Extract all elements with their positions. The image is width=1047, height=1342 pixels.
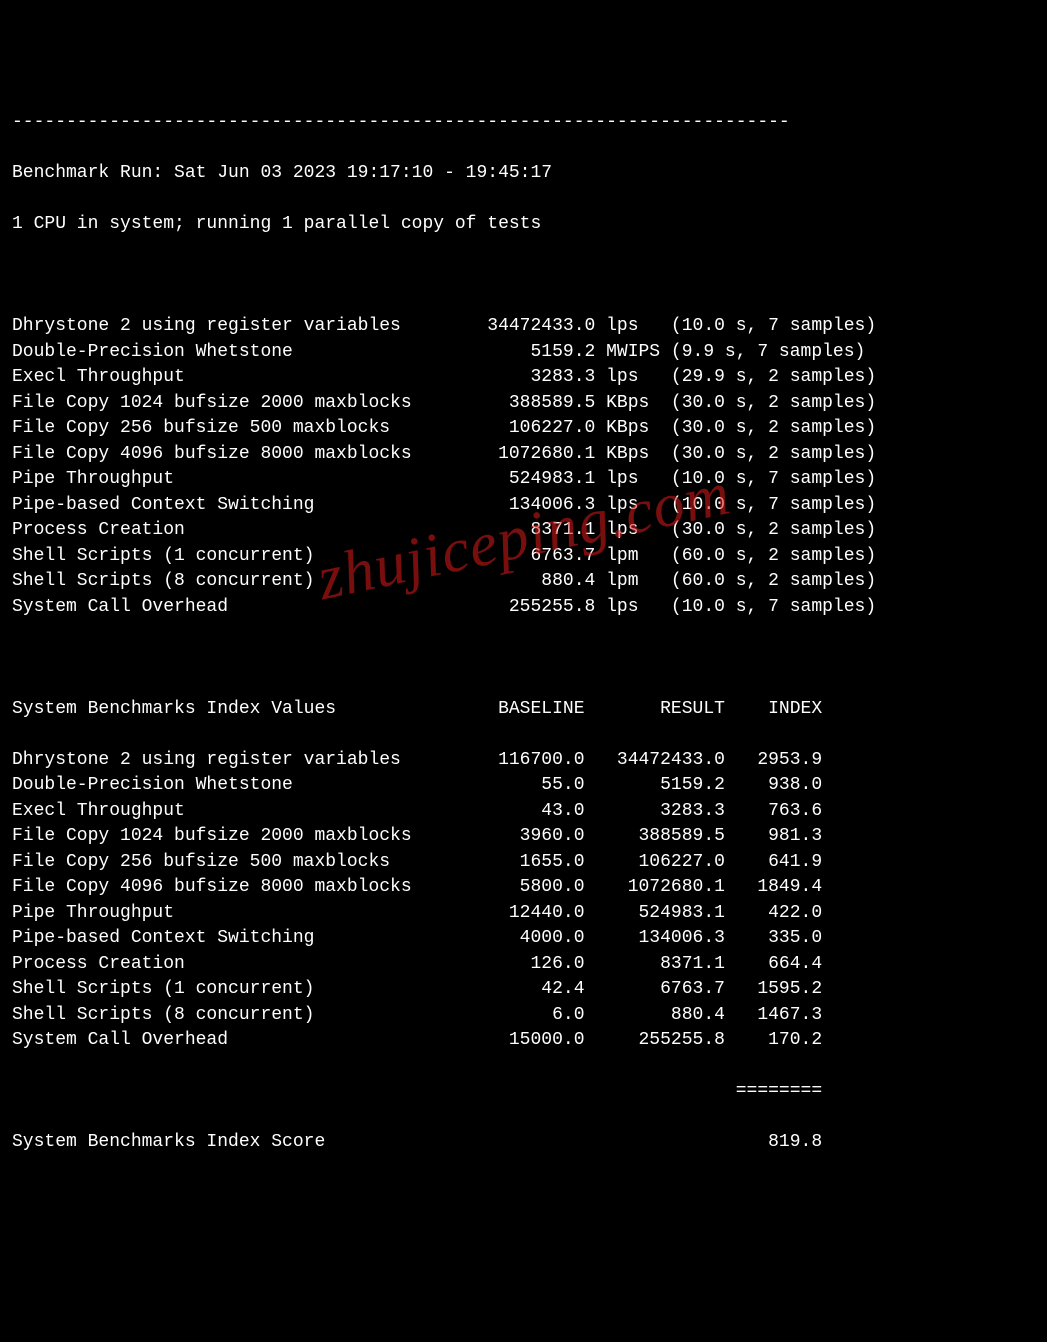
index-table: Dhrystone 2 using register variables 116… xyxy=(12,748,1035,1054)
test-row: Pipe Throughput 524983.1 lps (10.0 s, 7 … xyxy=(12,467,1035,493)
test-row: Shell Scripts (8 concurrent) 880.4 lpm (… xyxy=(12,569,1035,595)
test-row: File Copy 256 bufsize 500 maxblocks 1062… xyxy=(12,416,1035,442)
score-line: System Benchmarks Index Score 819.8 xyxy=(12,1130,1035,1156)
index-row: Execl Throughput 43.0 3283.3 763.6 xyxy=(12,799,1035,825)
index-header-row: System Benchmarks Index Values BASELINE … xyxy=(12,697,1035,723)
test-row: File Copy 1024 bufsize 2000 maxblocks 38… xyxy=(12,391,1035,417)
index-row: Shell Scripts (1 concurrent) 42.4 6763.7… xyxy=(12,977,1035,1003)
benchmark-run-line: Benchmark Run: Sat Jun 03 2023 19:17:10 … xyxy=(12,161,1035,187)
blank-line xyxy=(12,263,1035,289)
test-row: Shell Scripts (1 concurrent) 6763.7 lpm … xyxy=(12,544,1035,570)
index-row: Pipe-based Context Switching 4000.0 1340… xyxy=(12,926,1035,952)
score-separator: ======== xyxy=(12,1079,1035,1105)
test-row: Double-Precision Whetstone 5159.2 MWIPS … xyxy=(12,340,1035,366)
test-row: Dhrystone 2 using register variables 344… xyxy=(12,314,1035,340)
index-row: File Copy 4096 bufsize 8000 maxblocks 58… xyxy=(12,875,1035,901)
separator-line: ----------------------------------------… xyxy=(12,110,1035,136)
test-row: System Call Overhead 255255.8 lps (10.0 … xyxy=(12,595,1035,621)
test-row: Process Creation 8371.1 lps (30.0 s, 2 s… xyxy=(12,518,1035,544)
test-row: Execl Throughput 3283.3 lps (29.9 s, 2 s… xyxy=(12,365,1035,391)
index-row: Dhrystone 2 using register variables 116… xyxy=(12,748,1035,774)
tests-table: Dhrystone 2 using register variables 344… xyxy=(12,314,1035,620)
index-row: File Copy 1024 bufsize 2000 maxblocks 39… xyxy=(12,824,1035,850)
index-row: Shell Scripts (8 concurrent) 6.0 880.4 1… xyxy=(12,1003,1035,1029)
test-row: Pipe-based Context Switching 134006.3 lp… xyxy=(12,493,1035,519)
index-row: System Call Overhead 15000.0 255255.8 17… xyxy=(12,1028,1035,1054)
blank-line xyxy=(12,646,1035,672)
index-row: Double-Precision Whetstone 55.0 5159.2 9… xyxy=(12,773,1035,799)
index-row: Process Creation 126.0 8371.1 664.4 xyxy=(12,952,1035,978)
index-row: Pipe Throughput 12440.0 524983.1 422.0 xyxy=(12,901,1035,927)
cpu-info-line: 1 CPU in system; running 1 parallel copy… xyxy=(12,212,1035,238)
index-row: File Copy 256 bufsize 500 maxblocks 1655… xyxy=(12,850,1035,876)
test-row: File Copy 4096 bufsize 8000 maxblocks 10… xyxy=(12,442,1035,468)
